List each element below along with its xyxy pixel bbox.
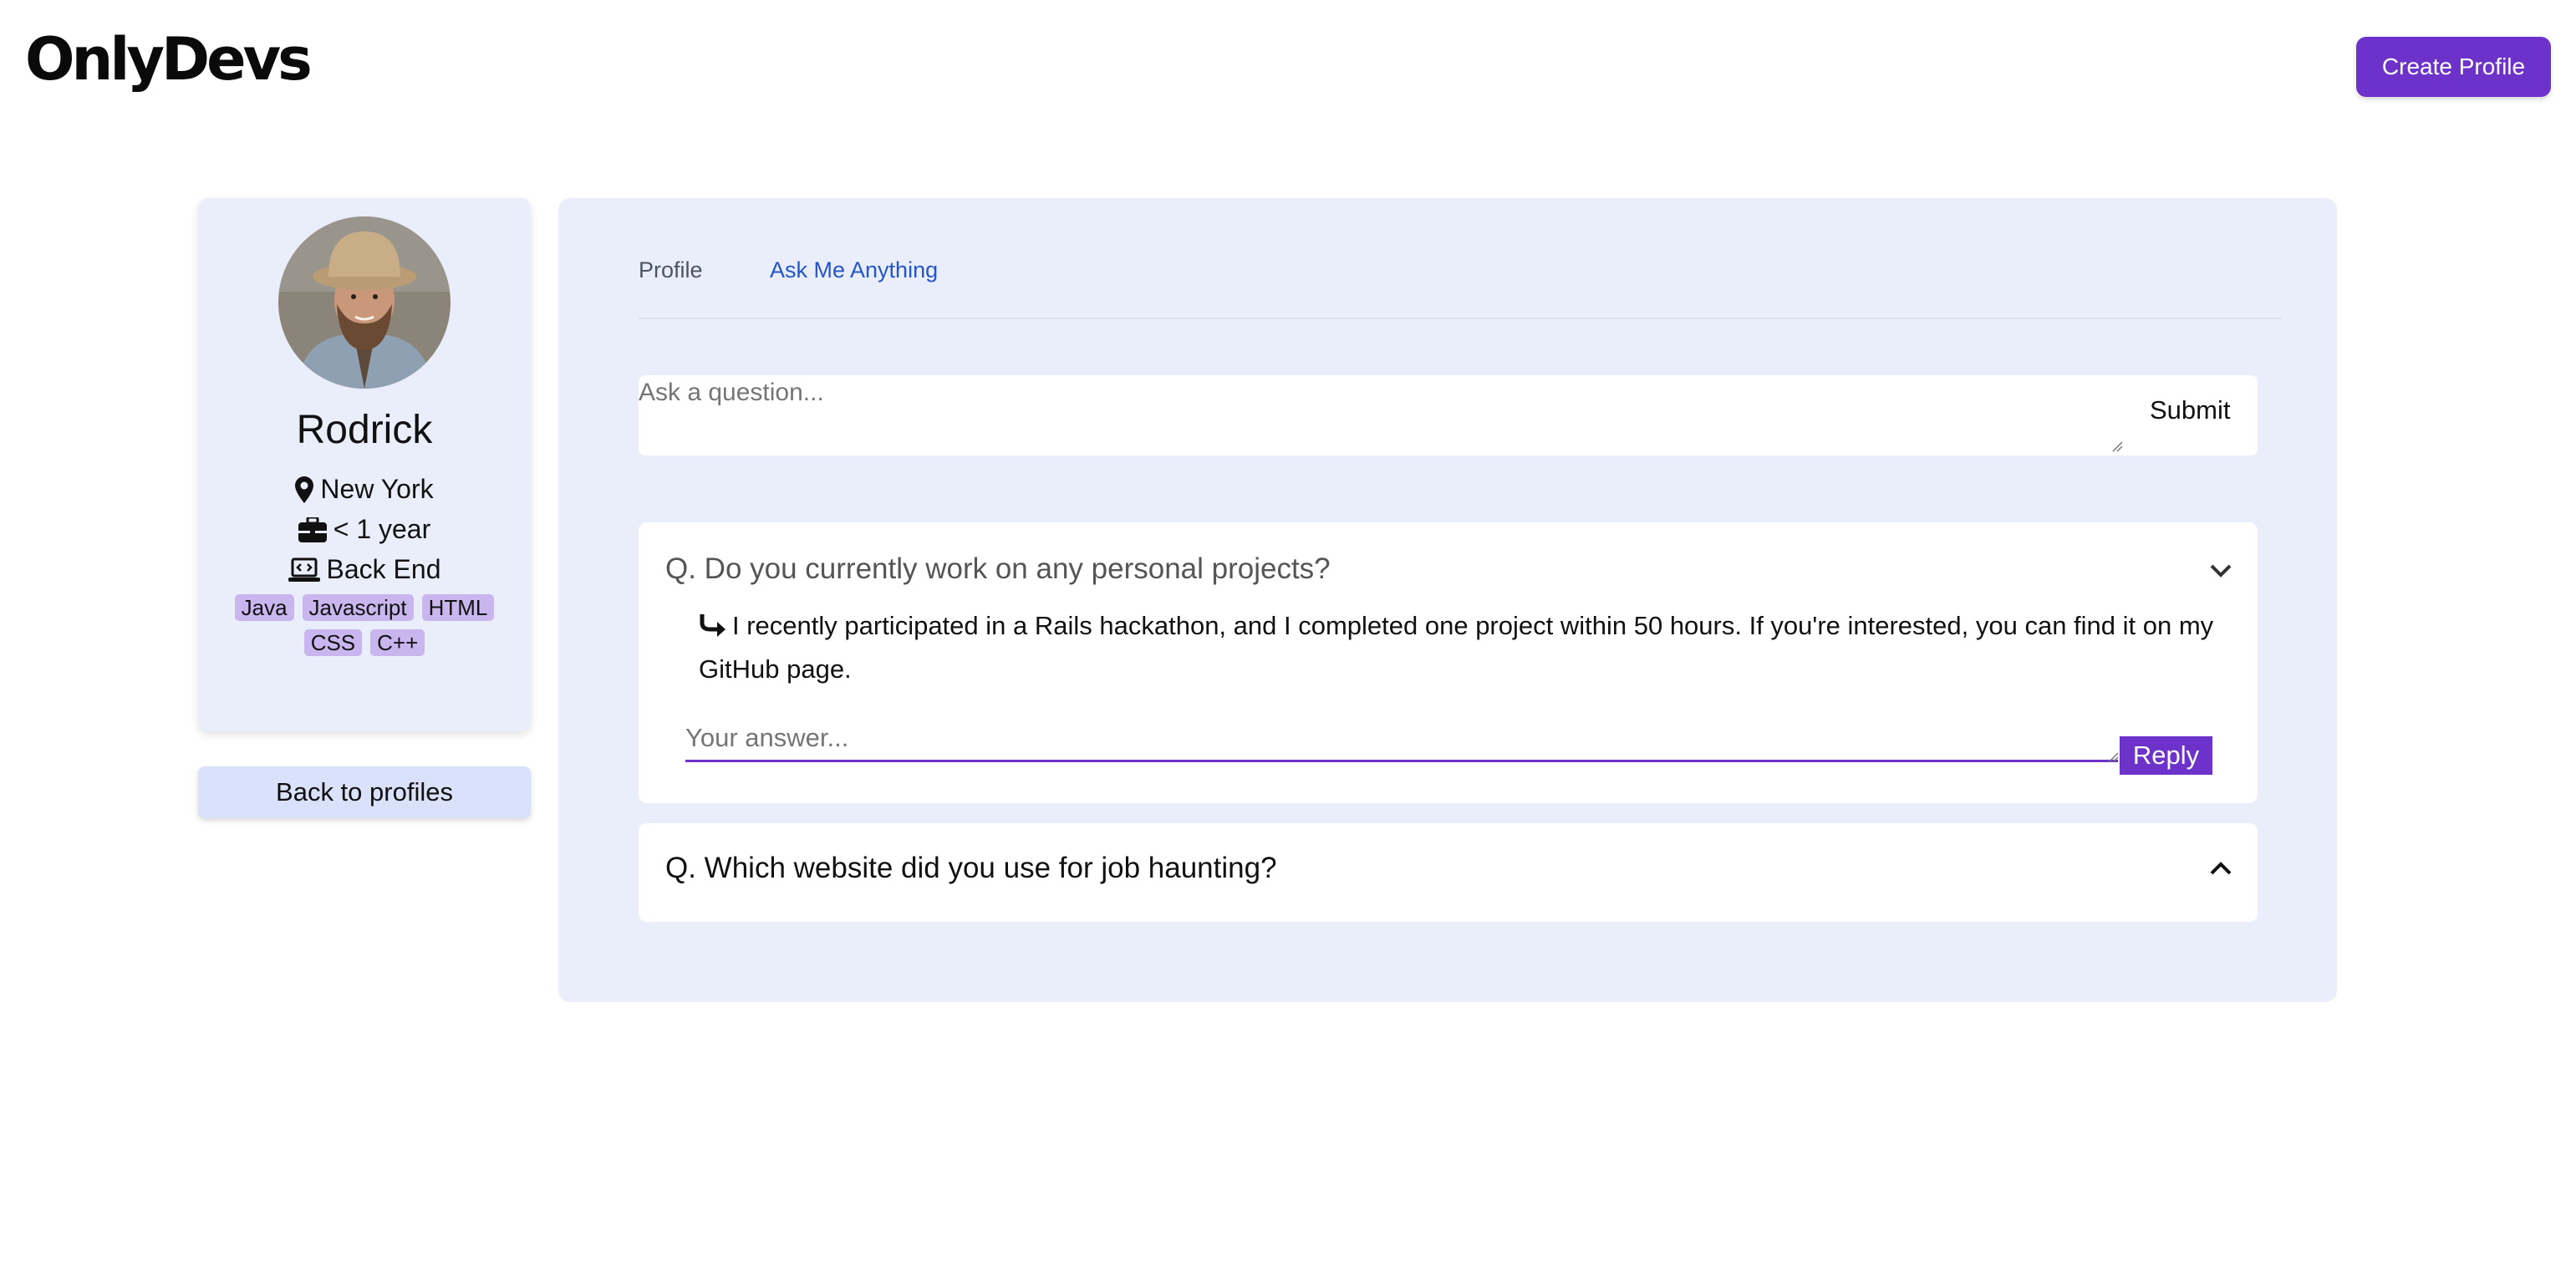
- skill-tag: C++: [370, 629, 425, 656]
- briefcase-icon: [298, 517, 327, 542]
- site-logo[interactable]: OnlyDevs: [25, 25, 313, 94]
- question-card: Q. Which website did you use for job hau…: [639, 823, 2258, 922]
- laptop-code-icon: [288, 557, 320, 583]
- resize-grip-icon[interactable]: [2107, 751, 2119, 763]
- reply-button[interactable]: Reply: [2120, 736, 2212, 775]
- question-card: Q. Do you currently work on any personal…: [639, 522, 2258, 803]
- experience-line: < 1 year: [198, 514, 531, 545]
- experience-text: < 1 year: [333, 514, 431, 544]
- tab-divider: [639, 318, 2282, 319]
- skill-tag: Javascript: [302, 594, 414, 621]
- chevron-down-icon[interactable]: [2210, 564, 2232, 582]
- question-text[interactable]: Q. Which website did you use for job hau…: [665, 852, 1277, 885]
- skill-tag: HTML: [421, 594, 495, 621]
- back-to-profiles-button[interactable]: Back to profiles: [198, 766, 531, 818]
- main-panel: Profile Ask Me Anything Submit Q. Do you…: [558, 198, 2337, 1002]
- answer-input[interactable]: [685, 723, 2118, 762]
- ask-question-box: Submit: [639, 375, 2258, 457]
- tab-ask-me-anything[interactable]: Ask Me Anything: [770, 257, 938, 283]
- question-text[interactable]: Q. Do you currently work on any personal…: [665, 552, 1331, 586]
- profile-name: Rodrick: [296, 408, 433, 452]
- skill-tag: Java: [234, 594, 294, 621]
- ask-question-input[interactable]: [639, 375, 2126, 457]
- answer-text: I recently participated in a Rails hacka…: [699, 611, 2214, 684]
- map-pin-icon: [295, 476, 314, 503]
- role-line: Back End: [198, 554, 531, 585]
- skill-tags: Java Javascript HTML CSS C++: [220, 594, 509, 656]
- reply-arrow-icon: [699, 609, 727, 649]
- tab-profile[interactable]: Profile: [639, 257, 703, 283]
- answer-block: I recently participated in a Rails hacka…: [699, 606, 2237, 690]
- profile-card: Rodrick New York < 1 year Back End Java …: [198, 198, 531, 731]
- avatar: [278, 216, 451, 389]
- chevron-up-icon[interactable]: [2210, 862, 2232, 879]
- role-text: Back End: [326, 554, 441, 584]
- skill-tag: CSS: [303, 629, 363, 656]
- create-profile-button[interactable]: Create Profile: [2356, 37, 2551, 97]
- submit-question-button[interactable]: Submit: [2150, 395, 2230, 425]
- location-line: New York: [198, 474, 531, 505]
- location-text: New York: [320, 474, 434, 504]
- resize-grip-icon[interactable]: [2111, 440, 2123, 452]
